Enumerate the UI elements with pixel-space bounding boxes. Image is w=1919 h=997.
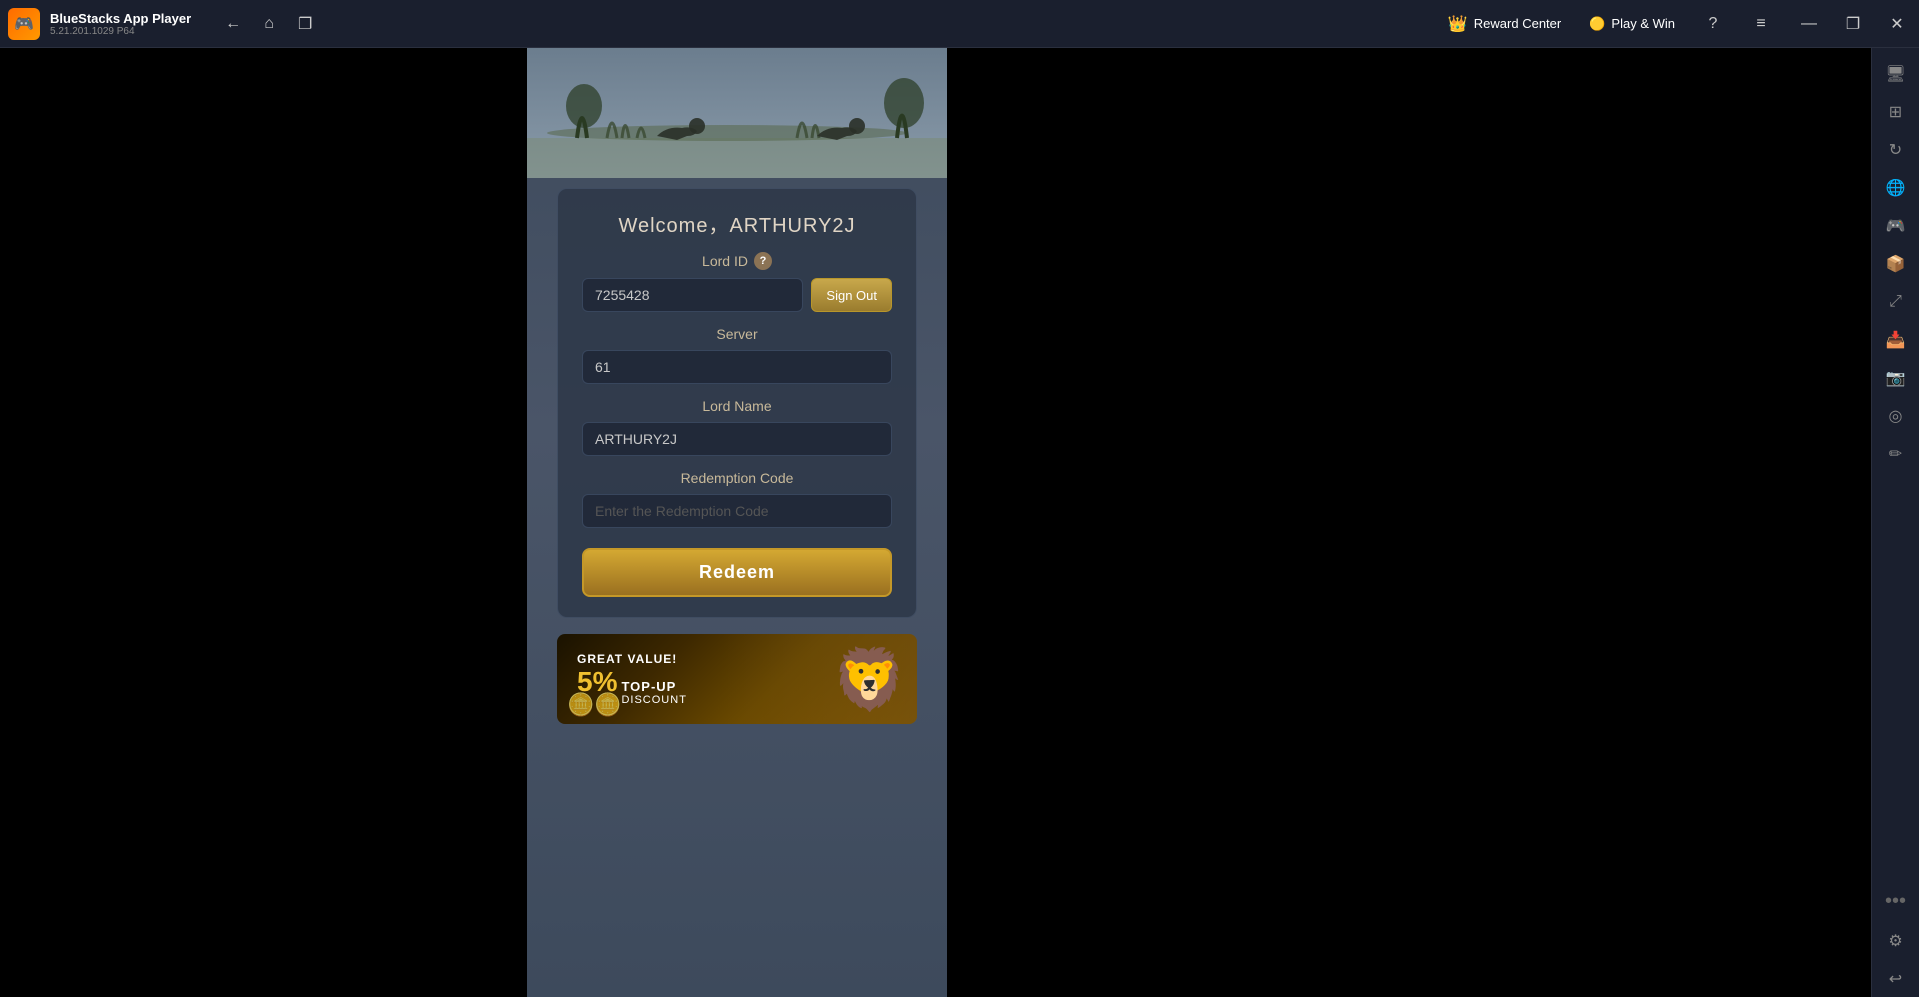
app-info: BlueStacks App Player 5.21.201.1029 P64 (50, 11, 191, 37)
sidebar-edit-icon[interactable]: ✏ (1878, 436, 1914, 472)
banner-great-label: GREAT VALUE! (577, 652, 687, 666)
sidebar-macro-icon[interactable]: ◎ (1878, 398, 1914, 434)
sidebar-camera-icon[interactable]: 📷 (1878, 360, 1914, 396)
banner-percent: 5% (577, 666, 617, 698)
multi-button[interactable]: ❐ (289, 8, 321, 40)
play-win-emoji: 🟡 (1589, 16, 1605, 32)
center-panel: Welcome，ARTHURY2J Lord ID ? Sign Out Ser… (527, 48, 947, 997)
welcome-title: Welcome，ARTHURY2J (582, 209, 892, 238)
lord-id-help-icon[interactable]: ? (754, 252, 772, 270)
sidebar-back2-icon[interactable]: ↩ (1878, 961, 1914, 997)
reward-center-label: Reward Center (1474, 16, 1561, 31)
app-version: 5.21.201.1029 P64 (50, 26, 191, 37)
lord-id-input[interactable] (582, 278, 803, 312)
back-button[interactable]: ← (217, 8, 249, 40)
play-win-button[interactable]: 🟡 Play & Win (1577, 10, 1687, 38)
sidebar-rotate-icon[interactable]: ↻ (1878, 132, 1914, 168)
lord-id-label: Lord ID ? (582, 252, 892, 270)
close-button[interactable]: ✕ (1875, 0, 1919, 48)
minimize-button[interactable]: — (1787, 0, 1831, 48)
silhouette-svg (527, 48, 947, 178)
sidebar-resize-icon[interactable]: ⤢ (1878, 284, 1914, 320)
sidebar-game-icon[interactable]: 🎮 (1878, 208, 1914, 244)
app-name: BlueStacks App Player (50, 11, 191, 26)
redemption-code-label: Redemption Code (582, 470, 892, 486)
sidebar-more-button[interactable]: ••• (1877, 882, 1914, 921)
restore-button[interactable]: ❐ (1831, 0, 1875, 48)
banner-topup: TOP-UP (621, 679, 686, 694)
crown-icon: 👑 (1448, 14, 1468, 34)
form-container: Welcome，ARTHURY2J Lord ID ? Sign Out Ser… (557, 188, 917, 618)
right-panel (947, 48, 1871, 997)
left-panel (0, 48, 527, 997)
lord-id-row: Sign Out (582, 278, 892, 312)
main-content: Welcome，ARTHURY2J Lord ID ? Sign Out Ser… (0, 48, 1919, 997)
redemption-code-input[interactable] (582, 494, 892, 528)
server-input[interactable] (582, 350, 892, 384)
reward-center-button[interactable]: 👑 Reward Center (1436, 8, 1573, 40)
redeem-button[interactable]: Redeem (582, 548, 892, 597)
silhouette-area (527, 48, 947, 178)
sidebar-settings-icon[interactable]: ⚙ (1878, 923, 1914, 959)
banner-text: GREAT VALUE! 5% TOP-UP DISCOUNT (577, 652, 687, 706)
sidebar-screen-icon[interactable]: 🖥 (1878, 56, 1914, 92)
app-logo: 🎮 (8, 8, 40, 40)
lord-name-label: Lord Name (582, 398, 892, 414)
titlebar-right: 👑 Reward Center 🟡 Play & Win ? ≡ — ❐ ✕ (1436, 0, 1919, 48)
menu-button[interactable]: ≡ (1739, 0, 1783, 48)
titlebar: 🎮 BlueStacks App Player 5.21.201.1029 P6… (0, 0, 1919, 48)
banner-discount: DISCOUNT (621, 694, 686, 706)
lord-name-input[interactable] (582, 422, 892, 456)
logo-emoji: 🎮 (14, 14, 34, 34)
help-button[interactable]: ? (1691, 0, 1735, 48)
banner-lion: 🦁 (717, 634, 917, 724)
sidebar-apk-icon[interactable]: 📦 (1878, 246, 1914, 282)
sign-out-button[interactable]: Sign Out (811, 278, 892, 312)
play-win-label: Play & Win (1611, 16, 1675, 31)
right-sidebar: 🖥 ⊞ ↻ 🌐 🎮 📦 ⤢ 📥 📷 ◎ ✏ ••• ⚙ ↩ (1871, 48, 1919, 997)
titlebar-nav: ← ⌂ ❐ (217, 8, 321, 40)
window-controls: — ❐ ✕ (1787, 0, 1919, 48)
home-button[interactable]: ⌂ (253, 8, 285, 40)
sidebar-layers-icon[interactable]: ⊞ (1878, 94, 1914, 130)
sidebar-globe-icon[interactable]: 🌐 (1878, 170, 1914, 206)
titlebar-left: 🎮 BlueStacks App Player 5.21.201.1029 P6… (8, 8, 321, 40)
server-label: Server (582, 326, 892, 342)
promo-banner[interactable]: GREAT VALUE! 5% TOP-UP DISCOUNT 🦁 🪙🪙 (557, 634, 917, 724)
sidebar-import-icon[interactable]: 📥 (1878, 322, 1914, 358)
